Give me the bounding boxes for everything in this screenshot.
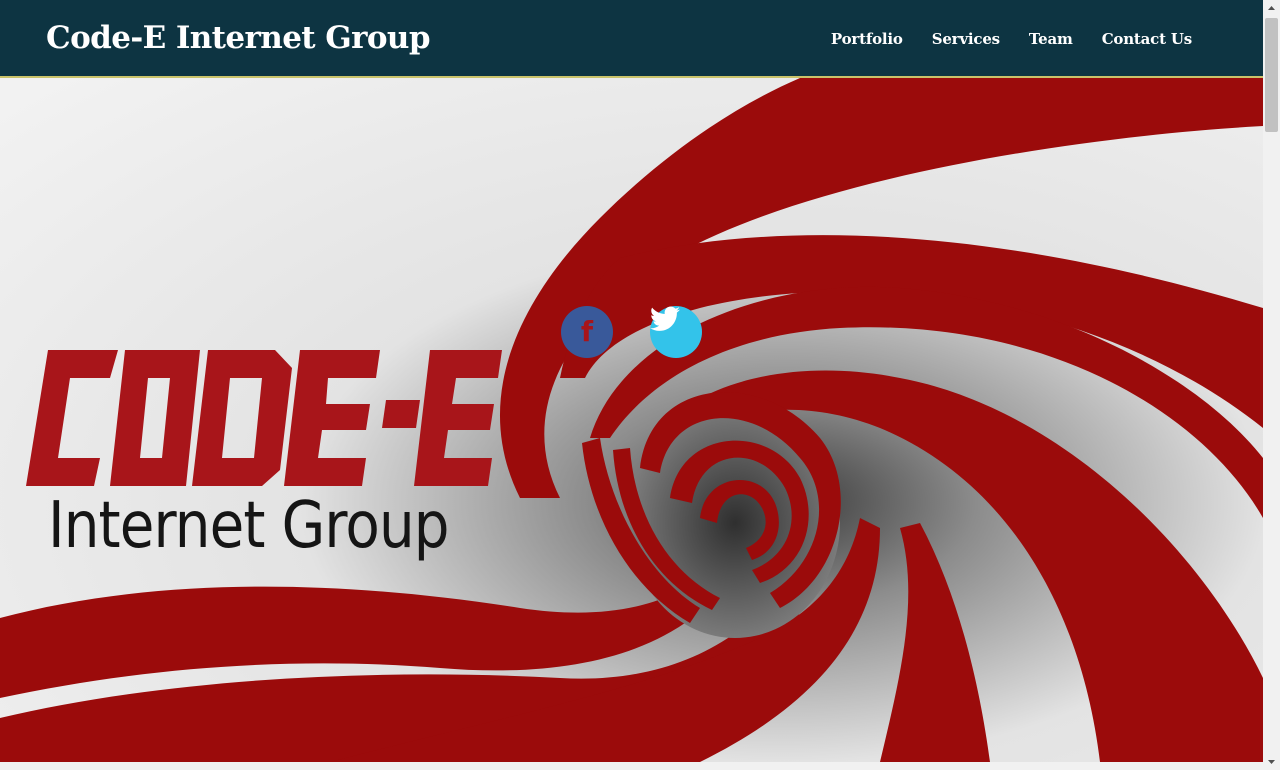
scroll-down-arrow-icon[interactable] [1263,753,1280,770]
hero-banner: Internet Group f [0,78,1263,762]
twitter-icon [650,306,680,331]
scroll-up-arrow-icon[interactable] [1263,0,1280,17]
nav-link-portfolio[interactable]: Portfolio [831,30,903,48]
hero-swirl-artwork [0,78,1263,762]
nav-link-services[interactable]: Services [932,30,1000,48]
nav-link-team[interactable]: Team [1029,30,1073,48]
facebook-button[interactable]: f [561,306,613,358]
nav-link-contact-us[interactable]: Contact Us [1102,30,1193,48]
scrollbar-thumb[interactable] [1265,18,1278,132]
top-navbar: Code-E Internet Group Portfolio Services… [0,0,1263,78]
logo-tagline: Internet Group [48,489,450,563]
horizontal-scrollbar-track [0,762,1263,770]
brand-title[interactable]: Code-E Internet Group [46,20,431,56]
twitter-button[interactable] [650,306,702,358]
main-nav: Portfolio Services Team Contact Us [831,30,1192,48]
vertical-scrollbar[interactable] [1263,0,1280,770]
facebook-icon: f [580,315,594,348]
